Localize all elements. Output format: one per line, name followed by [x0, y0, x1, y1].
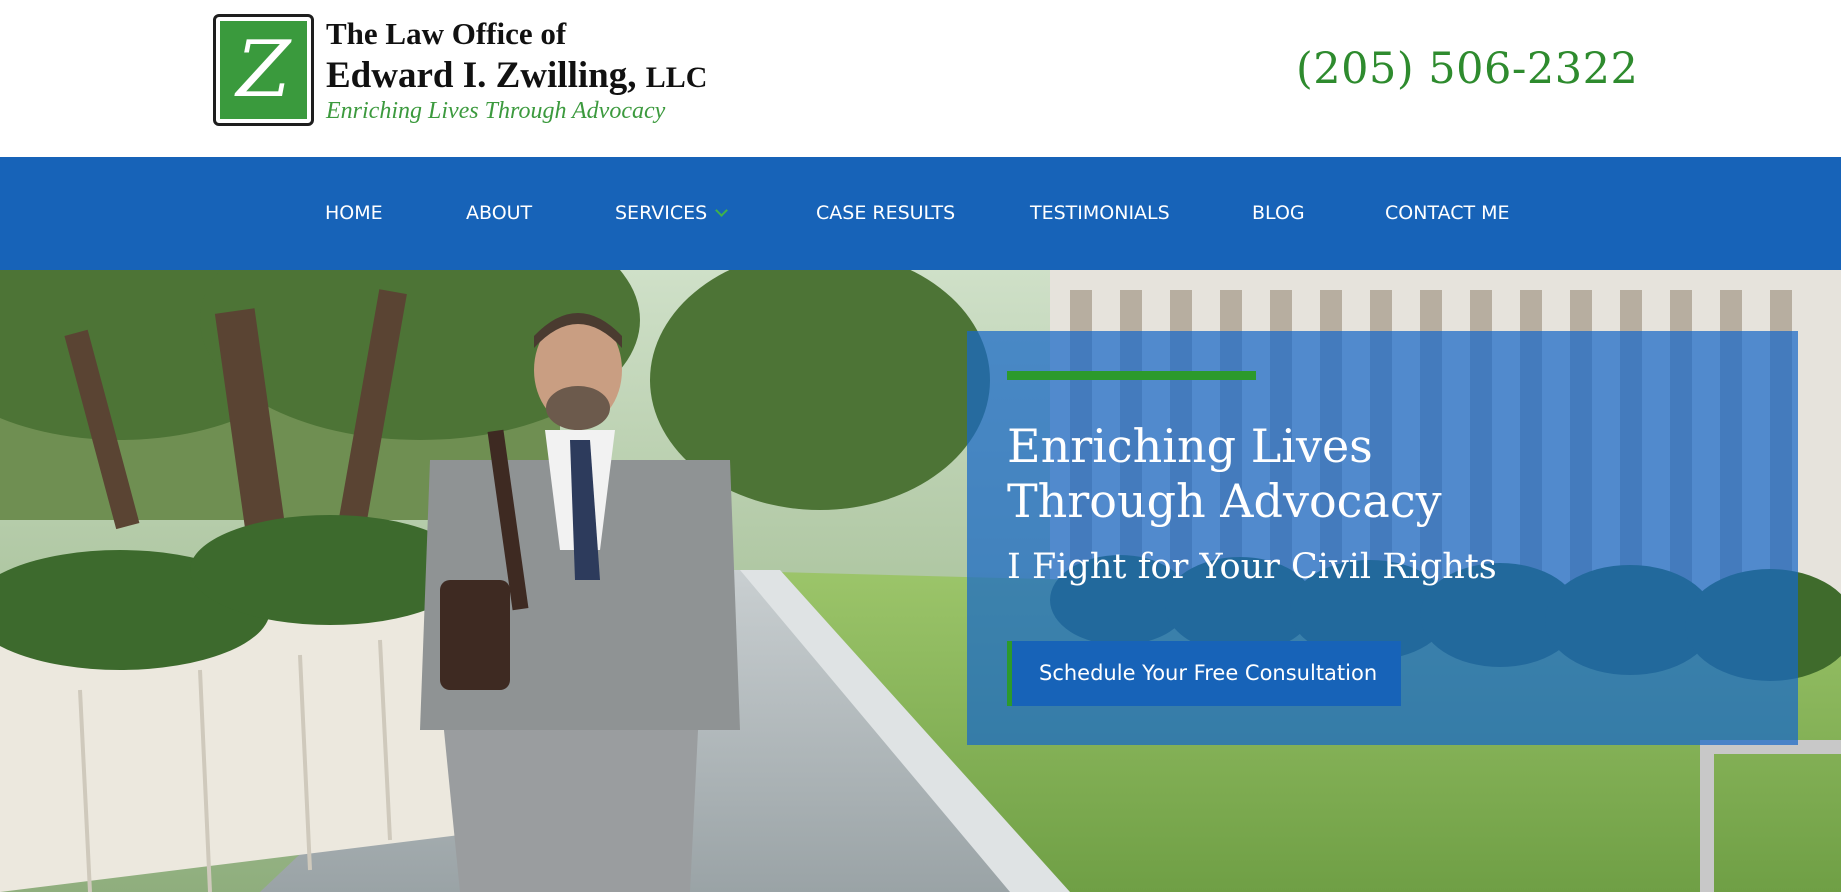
hero-heading-line1: Enriching Lives	[1007, 419, 1373, 473]
nav-services[interactable]: SERVICES	[615, 157, 729, 270]
hero-section: Enriching Lives Through Advocacy I Fight…	[0, 270, 1841, 892]
hero-heading: Enriching Lives Through Advocacy	[1007, 419, 1707, 529]
phone-link[interactable]: (205) 506-2322	[1296, 44, 1638, 94]
logo-llc: LLC	[645, 61, 708, 94]
nav-about[interactable]: ABOUT	[466, 157, 532, 270]
accent-bar	[1007, 371, 1256, 380]
logo-mark: Z	[213, 14, 314, 126]
schedule-consultation-button[interactable]: Schedule Your Free Consultation	[1007, 641, 1402, 706]
logo-line1: The Law Office of	[326, 16, 567, 51]
logo-name: Edward I. Zwilling,	[326, 55, 637, 96]
nav-testimonials[interactable]: TESTIMONIALS	[1030, 157, 1170, 270]
hero-subheading: I Fight for Your Civil Rights	[1007, 547, 1497, 587]
logo-mark-fill: Z	[220, 21, 307, 119]
site-header: Z The Law Office of Edward I. Zwilling, …	[0, 0, 1841, 157]
site-logo[interactable]: Z The Law Office of Edward I. Zwilling, …	[213, 14, 713, 128]
nav-blog[interactable]: BLOG	[1252, 157, 1305, 270]
logo-letter: Z	[236, 25, 291, 115]
hero-heading-line2: Through Advocacy	[1007, 474, 1442, 528]
nav-case-results[interactable]: CASE RESULTS	[816, 157, 955, 270]
chevron-down-icon	[715, 204, 729, 217]
main-nav: HOME ABOUT SERVICES CASE RESULTS TESTIMO…	[0, 157, 1841, 270]
nav-home[interactable]: HOME	[325, 157, 383, 270]
hero-card: Enriching Lives Through Advocacy I Fight…	[967, 331, 1798, 745]
logo-tagline: Enriching Lives Through Advocacy	[326, 98, 666, 124]
nav-contact-me[interactable]: CONTACT ME	[1385, 157, 1510, 270]
nav-services-label: SERVICES	[615, 202, 708, 224]
logo-line2: Edward I. Zwilling, LLC	[326, 54, 707, 97]
